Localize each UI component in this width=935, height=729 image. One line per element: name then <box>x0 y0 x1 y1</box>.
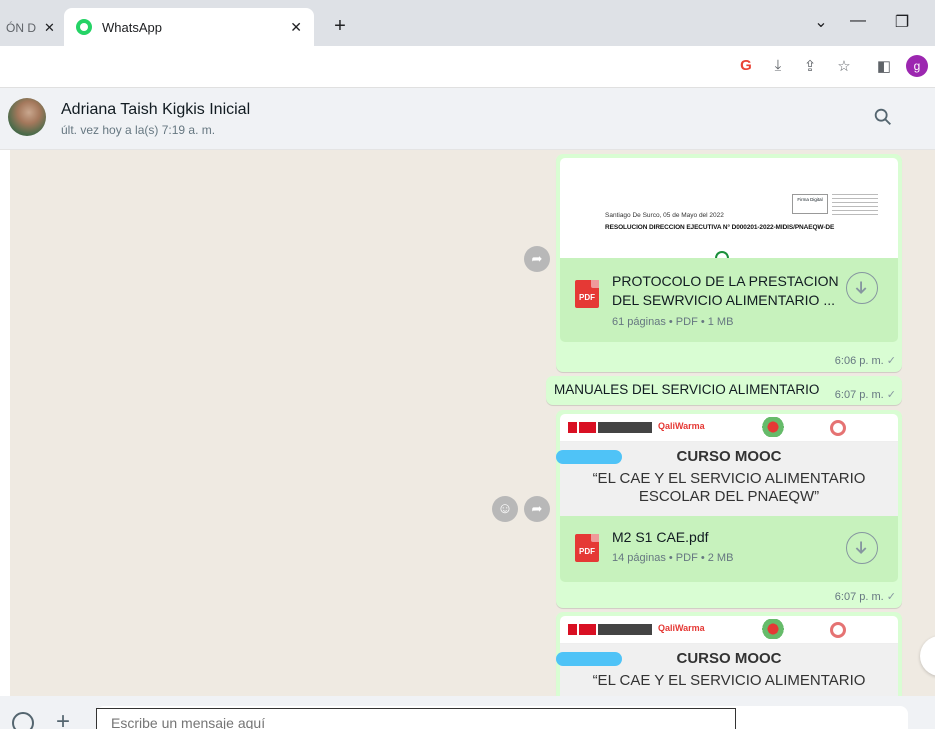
browser-toolbar: G ⤓ ⇪ ☆ ◧ g <box>0 46 935 88</box>
course-title: CURSO MOOC <box>676 650 782 667</box>
react-emoji-icon[interactable]: ☺ <box>492 496 518 522</box>
mascot-icon <box>758 417 788 437</box>
google-icon[interactable]: G <box>736 57 756 74</box>
message-time: 6:06 p. m. ✓ <box>835 354 896 367</box>
chat-messages-area[interactable]: Firma Digital Santiago De Surco, 05 de M… <box>10 150 935 696</box>
forward-icon[interactable]: ➦ <box>524 246 550 272</box>
stamp-details <box>832 194 878 216</box>
ministry-logo-icon <box>598 422 652 433</box>
message-composer: + <box>0 696 935 729</box>
side-panel-icon[interactable]: ◧ <box>874 57 894 75</box>
preview-resolution-line: RESOLUCION DIRECCION EJECUTIVA N° D00020… <box>605 224 835 231</box>
tab-previous-close-icon[interactable]: ✕ <box>44 20 55 36</box>
message-time: 6:07 p. m. ✓ <box>835 590 896 603</box>
message-document-protocolo[interactable]: Firma Digital Santiago De Surco, 05 de M… <box>556 154 902 372</box>
course-title: CURSO MOOC <box>676 448 782 465</box>
minimize-icon[interactable]: — <box>846 12 870 30</box>
pdf-icon: PDF <box>575 534 599 562</box>
download-icon[interactable] <box>846 272 878 304</box>
sent-check-icon: ✓ <box>886 591 896 603</box>
course-banner: QaliWarma <box>560 616 898 644</box>
download-icon[interactable] <box>846 532 878 564</box>
contact-name[interactable]: Adriana Taish Kigkis Inicial <box>61 101 250 119</box>
bicentenario-logo-icon <box>830 420 846 436</box>
browser-tab-bar: ÓN D ✕ WhatsApp ✕ + ⌄ — ❐ <box>0 0 935 46</box>
message-document-m2s1-copy[interactable]: QaliWarma CURSO MOOC “EL CAE Y EL SERVIC… <box>556 612 902 696</box>
document-meta: 14 páginas • PDF • 2 MB <box>612 552 734 564</box>
profile-avatar[interactable]: g <box>906 55 928 77</box>
tab-search-dropdown-icon[interactable]: ⌄ <box>809 12 833 32</box>
pdf-icon: PDF <box>575 280 599 308</box>
new-tab-button[interactable]: + <box>326 12 354 40</box>
sent-check-icon: ✓ <box>886 355 896 367</box>
peru-logo-icon <box>568 624 596 635</box>
course-subtitle: “EL CAE Y EL SERVICIO ALIMENTARIO ESCOLA… <box>560 470 898 506</box>
tab-previous-title: ÓN D <box>6 21 36 35</box>
document-file-row[interactable]: PDF M2 S1 CAE.pdf 14 páginas • PDF • 2 M… <box>560 516 898 582</box>
scroll-down-button[interactable] <box>920 636 935 676</box>
message-text: MANUALES DEL SERVICIO ALIMENTARIO <box>554 382 820 397</box>
tab-close-icon[interactable]: ✕ <box>290 19 302 36</box>
course-banner: QaliWarma <box>560 414 898 442</box>
restore-icon[interactable]: ❐ <box>890 12 914 32</box>
course-subtitle: “EL CAE Y EL SERVICIO ALIMENTARIO <box>592 672 866 689</box>
search-icon[interactable] <box>872 106 894 128</box>
message-time-text: 6:06 p. m. <box>834 355 884 367</box>
preview-date-line: Santiago De Surco, 05 de Mayo del 2022 <box>605 212 724 219</box>
document-file-row[interactable]: PDF PROTOCOLO DE LA PRESTACION DEL SEWRV… <box>560 258 898 342</box>
bicentenario-logo-icon <box>830 622 846 638</box>
document-title: PROTOCOLO DE LA PRESTACION DEL SEWRVICIO… <box>612 273 839 308</box>
seal-icon <box>715 251 729 258</box>
attach-plus-icon[interactable]: + <box>56 708 70 729</box>
whatsapp-icon <box>76 19 92 35</box>
peru-logo-icon <box>568 422 596 433</box>
qaliwarma-logo: QaliWarma <box>658 623 705 633</box>
message-time-text: 6:07 p. m. <box>834 389 884 401</box>
share-icon[interactable]: ⇪ <box>800 57 820 75</box>
message-document-m2s1[interactable]: QaliWarma CURSO MOOC “EL CAE Y EL SERVIC… <box>556 410 902 608</box>
forward-icon[interactable]: ➦ <box>524 496 550 522</box>
digital-signature-stamp: Firma Digital <box>792 194 828 214</box>
course-subtitle-line-1: “EL CAE Y EL SERVICIO ALIMENTARIO <box>592 470 866 487</box>
contact-avatar[interactable] <box>8 98 46 136</box>
message-input[interactable] <box>96 708 736 729</box>
qaliwarma-logo: QaliWarma <box>658 421 705 431</box>
tab-title: WhatsApp <box>102 19 162 35</box>
message-text-manuales[interactable]: MANUALES DEL SERVICIO ALIMENTARIO 6:07 p… <box>546 376 902 405</box>
last-seen-status: últ. vez hoy a la(s) 7:19 a. m. <box>61 123 216 137</box>
document-meta: 61 páginas • PDF • 1 MB <box>612 316 734 328</box>
message-time: 6:07 p. m. ✓ <box>835 388 896 401</box>
ministry-logo-icon <box>598 624 652 635</box>
emoji-icon[interactable] <box>12 712 34 729</box>
mascot-icon <box>758 619 788 639</box>
document-preview[interactable]: Firma Digital Santiago De Surco, 05 de M… <box>560 158 898 258</box>
course-preview[interactable]: CURSO MOOC “EL CAE Y EL SERVICIO ALIMENT… <box>556 442 898 516</box>
tab-whatsapp[interactable]: WhatsApp ✕ <box>64 8 314 46</box>
message-time-text: 6:07 p. m. <box>834 591 884 603</box>
course-preview[interactable]: CURSO MOOC “EL CAE Y EL SERVICIO ALIMENT… <box>556 644 898 696</box>
chat-header[interactable]: Adriana Taish Kigkis Inicial últ. vez ho… <box>0 88 935 150</box>
tab-previous[interactable]: ÓN D ✕ <box>0 10 62 46</box>
install-icon[interactable]: ⤓ <box>768 57 788 74</box>
bookmark-star-icon[interactable]: ☆ <box>834 57 854 75</box>
sent-check-icon: ✓ <box>886 389 896 401</box>
document-title: M2 S1 CAE.pdf <box>612 529 709 545</box>
course-subtitle-line-2: ESCOLAR DEL PNAEQW” <box>638 488 820 505</box>
